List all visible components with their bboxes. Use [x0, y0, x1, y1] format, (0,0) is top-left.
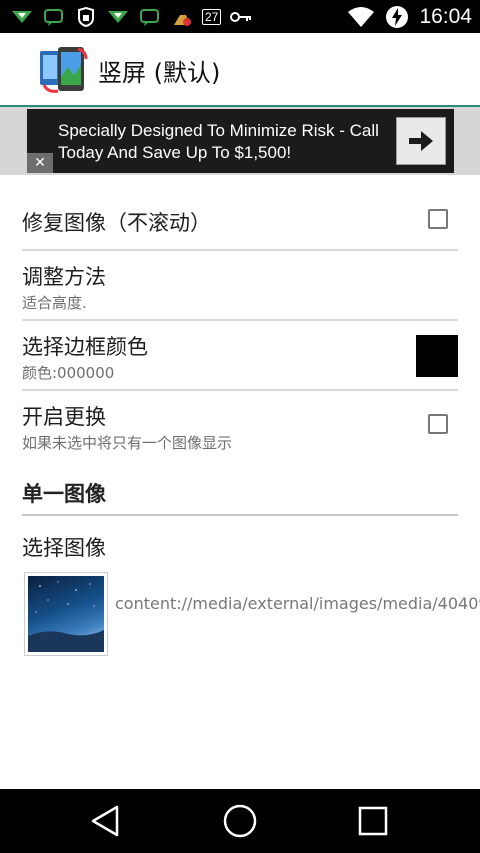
fix-image-checkbox[interactable]	[428, 209, 448, 229]
pref-enable-switch[interactable]: 开启更换 如果未选中将只有一个图像显示	[22, 391, 458, 461]
page-title: 竖屏 (默认)	[98, 59, 221, 87]
chat-icon	[44, 9, 63, 26]
pref-enable-switch-title: 开启更换	[22, 405, 106, 429]
status-bar: 27 16:04	[0, 0, 480, 33]
back-icon[interactable]	[86, 803, 126, 839]
cleaner-icon	[174, 15, 191, 26]
pref-select-image-title: 选择图像	[22, 536, 106, 560]
clock: 16:04	[419, 5, 472, 28]
pref-border-color-title: 选择边框颜色	[22, 335, 148, 359]
lock-icon	[78, 7, 94, 27]
app-logo-icon[interactable]	[38, 45, 90, 95]
image-thumbnail[interactable]	[24, 572, 108, 656]
notification-icons: 27	[10, 5, 253, 29]
battery-charging-icon	[386, 6, 409, 28]
signal-download-icon	[12, 11, 32, 23]
pref-adjust-method[interactable]: 调整方法 适合高度.	[22, 251, 458, 321]
starry-sky-image	[28, 581, 104, 652]
wifi-icon	[348, 7, 375, 27]
thumbnail-image	[28, 576, 104, 652]
ad-text: Specially Designed To Minimize Risk - Ca…	[58, 121, 379, 162]
navigation-bar	[0, 789, 480, 853]
pref-enable-switch-summary: 如果未选中将只有一个图像显示	[22, 434, 233, 452]
ad-banner-area: Specially Designed To Minimize Risk - Ca…	[0, 107, 480, 175]
key-icon	[230, 12, 252, 22]
ad-banner[interactable]: Specially Designed To Minimize Risk - Ca…	[27, 109, 454, 173]
image-uri: content://media/external/images/media/40…	[115, 594, 480, 613]
battery-27-icon: 27	[202, 9, 222, 25]
system-icons: 16:04	[347, 4, 472, 30]
home-icon[interactable]	[220, 803, 260, 839]
app-bar: 竖屏 (默认)	[0, 33, 480, 107]
arrow-right-icon	[409, 131, 433, 151]
ad-close-button[interactable]: ✕	[27, 153, 53, 173]
pref-fix-image[interactable]: 修复图像（不滚动）	[22, 175, 458, 251]
color-swatch[interactable]	[416, 335, 458, 377]
pref-select-image[interactable]: 选择图像	[22, 518, 458, 568]
section-title: 单一图像	[22, 482, 106, 506]
recents-icon[interactable]	[353, 803, 393, 839]
chat-icon	[140, 9, 159, 26]
pref-border-color-summary: 颜色:000000	[22, 364, 115, 382]
pref-adjust-method-summary: 适合高度.	[22, 294, 87, 312]
enable-switch-checkbox[interactable]	[428, 414, 448, 434]
pref-fix-image-title: 修复图像（不滚动）	[22, 211, 211, 235]
pref-adjust-method-title: 调整方法	[22, 265, 106, 289]
pref-border-color[interactable]: 选择边框颜色 颜色:000000	[22, 321, 458, 391]
section-header: 单一图像	[22, 476, 458, 516]
signal-download-icon	[108, 11, 128, 23]
ad-arrow-button[interactable]	[396, 117, 446, 165]
